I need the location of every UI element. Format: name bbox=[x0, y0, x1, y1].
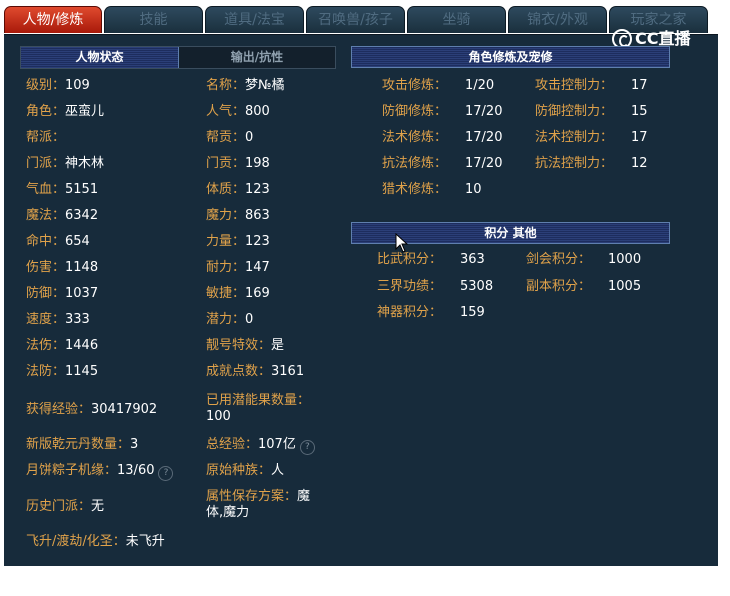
stat-ascension: 飞升/渡劫/化圣：未飞升 bbox=[26, 534, 165, 549]
stat-potion-used: 已用潜能果数量： 100 bbox=[206, 393, 311, 424]
stat-speed: 速度：333 bbox=[26, 312, 90, 327]
stat-zongzi: 月饼粽子机缘：13/60? bbox=[26, 463, 174, 481]
stat-original-race: 原始种族：人 bbox=[206, 463, 285, 478]
cultivation-attack-value: 1/20 bbox=[465, 78, 495, 93]
stat-school-contribution: 门贡：198 bbox=[206, 156, 270, 171]
points-artifact-value: 159 bbox=[460, 305, 485, 320]
stat-special-effect: 靓号特效：是 bbox=[206, 338, 285, 353]
stat-guild: 帮派： bbox=[26, 130, 66, 145]
stat-hit: 命中：654 bbox=[26, 234, 90, 249]
control-spell: 法术控制力： bbox=[535, 130, 614, 145]
cultivation-hunting-value: 10 bbox=[465, 182, 482, 197]
tab-items-treasures[interactable]: 道具/法宝 bbox=[205, 6, 304, 33]
cultivation-defense-value: 17/20 bbox=[465, 104, 503, 119]
control-resist: 抗法控制力： bbox=[535, 156, 614, 171]
points-dungeon-value: 1005 bbox=[608, 279, 642, 294]
mouse-cursor-icon bbox=[395, 233, 409, 253]
stat-mp: 魔法：6342 bbox=[26, 208, 99, 223]
points-dungeon: 副本积分： bbox=[526, 279, 592, 294]
tab-summons-children[interactable]: 召唤兽/孩子 bbox=[306, 6, 405, 33]
stat-name: 名称：梦№橘 bbox=[206, 78, 285, 93]
stat-total-exp: 总经验：107亿? bbox=[206, 437, 315, 455]
help-icon[interactable]: ? bbox=[299, 440, 315, 455]
cultivation-spell-value: 17/20 bbox=[465, 130, 503, 145]
tab-character-cultivation[interactable]: 人物/修炼 bbox=[4, 6, 102, 33]
points-sword-value: 1000 bbox=[608, 252, 642, 267]
cultivation-spell: 法术修炼： bbox=[382, 130, 448, 145]
stat-potential: 潜力：0 bbox=[206, 312, 254, 327]
stat-school: 门派：神木林 bbox=[26, 156, 105, 171]
stat-experience: 获得经验：30417902 bbox=[26, 402, 158, 417]
cultivation-resist-value: 17/20 bbox=[465, 156, 503, 171]
points-artifact: 神器积分： bbox=[377, 305, 443, 320]
stat-agility: 敏捷：169 bbox=[206, 286, 270, 301]
stat-magic-power: 魔力：863 bbox=[206, 208, 270, 223]
cultivation-resist: 抗法修炼： bbox=[382, 156, 448, 171]
cultivation-hunting: 猎术修炼： bbox=[382, 182, 448, 197]
cultivation-defense: 防御修炼： bbox=[382, 104, 448, 119]
points-pvp-value: 363 bbox=[460, 252, 485, 267]
subtab-output-resistance[interactable]: 输出/抗性 bbox=[179, 47, 335, 68]
tab-outfits[interactable]: 锦衣/外观 bbox=[508, 6, 607, 33]
control-defense-value: 15 bbox=[631, 104, 648, 119]
stat-strength: 力量：123 bbox=[206, 234, 270, 249]
stat-achievement-points: 成就点数：3161 bbox=[206, 364, 305, 379]
stat-constitution: 体质：123 bbox=[206, 182, 270, 197]
points-merit: 三界功绩： bbox=[377, 279, 443, 294]
stat-level: 级别：109 bbox=[26, 78, 90, 93]
stat-magic-defense: 法防：1145 bbox=[26, 364, 99, 379]
stat-popularity: 人气：800 bbox=[206, 104, 270, 119]
points-merit-value: 5308 bbox=[460, 279, 494, 294]
subtab-character-status[interactable]: 人物状态 bbox=[21, 47, 179, 68]
stat-guild-contribution: 帮贡：0 bbox=[206, 130, 254, 145]
help-icon[interactable]: ? bbox=[158, 466, 174, 481]
points-sword: 剑会积分： bbox=[526, 252, 592, 267]
status-subtabs: 人物状态 输出/抗性 bbox=[20, 46, 336, 69]
cultivation-attack: 攻击修炼： bbox=[382, 78, 448, 93]
tab-bar: 人物/修炼 技能 道具/法宝 召唤兽/孩子 坐骑 锦衣/外观 玩家之家 bbox=[4, 6, 718, 34]
stat-damage: 伤害：1148 bbox=[26, 260, 99, 275]
cultivation-header: 角色修炼及宠修 bbox=[351, 46, 670, 68]
stat-hp: 气血：5151 bbox=[26, 182, 99, 197]
stat-defense: 防御：1037 bbox=[26, 286, 99, 301]
control-resist-value: 12 bbox=[631, 156, 648, 171]
stat-history-school: 历史门派：无 bbox=[26, 499, 105, 514]
stat-role: 角色：巫蛮儿 bbox=[26, 104, 105, 119]
control-attack-value: 17 bbox=[631, 78, 648, 93]
tab-skills[interactable]: 技能 bbox=[104, 6, 203, 33]
control-spell-value: 17 bbox=[631, 130, 648, 145]
control-attack: 攻击控制力： bbox=[535, 78, 614, 93]
stat-endurance: 耐力：147 bbox=[206, 260, 270, 275]
stat-qianyuan: 新版乾元丹数量：3 bbox=[26, 437, 139, 452]
stat-magic-damage: 法伤：1446 bbox=[26, 338, 99, 353]
points-pvp: 比武积分： bbox=[377, 252, 443, 267]
tab-mounts[interactable]: 坐骑 bbox=[407, 6, 506, 33]
control-defense: 防御控制力： bbox=[535, 104, 614, 119]
stat-attr-plan: 属性保存方案：魔体,魔力 bbox=[206, 489, 311, 520]
